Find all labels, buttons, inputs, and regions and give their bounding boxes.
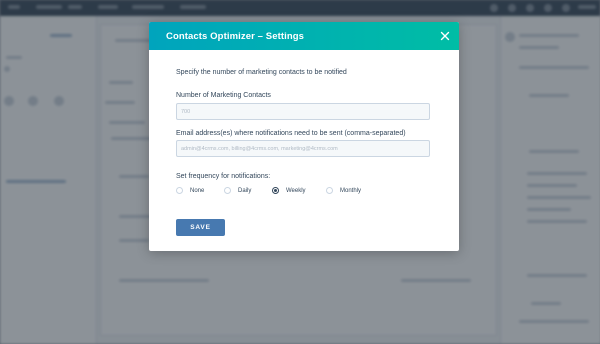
radio-circle[interactable]	[176, 187, 183, 194]
contacts-count-input[interactable]	[176, 103, 430, 120]
close-button[interactable]	[438, 29, 452, 43]
close-icon	[440, 31, 450, 41]
radio-circle[interactable]	[326, 187, 333, 194]
contacts-count-label: Number of Marketing Contacts	[176, 92, 271, 99]
radio-label: Daily	[238, 188, 252, 194]
radio-label: Monthly	[340, 188, 362, 194]
radio-label: None	[190, 188, 205, 194]
frequency-label: Set frequency for notifications:	[176, 173, 271, 180]
radio-circle[interactable]	[224, 187, 231, 194]
modal-intro-text: Specify the number of marketing contacts…	[176, 69, 347, 76]
save-button[interactable]: SAVE	[176, 219, 225, 236]
radio-label: Weekly	[286, 188, 306, 194]
modal-title: Contacts Optimizer – Settings	[166, 31, 305, 42]
notification-emails-label: Email address(es) where notifications ne…	[176, 130, 406, 137]
modal-header: Contacts Optimizer – Settings	[149, 22, 459, 50]
notification-emails-input[interactable]	[176, 140, 430, 157]
settings-modal: Contacts Optimizer – Settings Specify th…	[149, 22, 459, 251]
radio-circle-selected[interactable]	[272, 187, 279, 194]
